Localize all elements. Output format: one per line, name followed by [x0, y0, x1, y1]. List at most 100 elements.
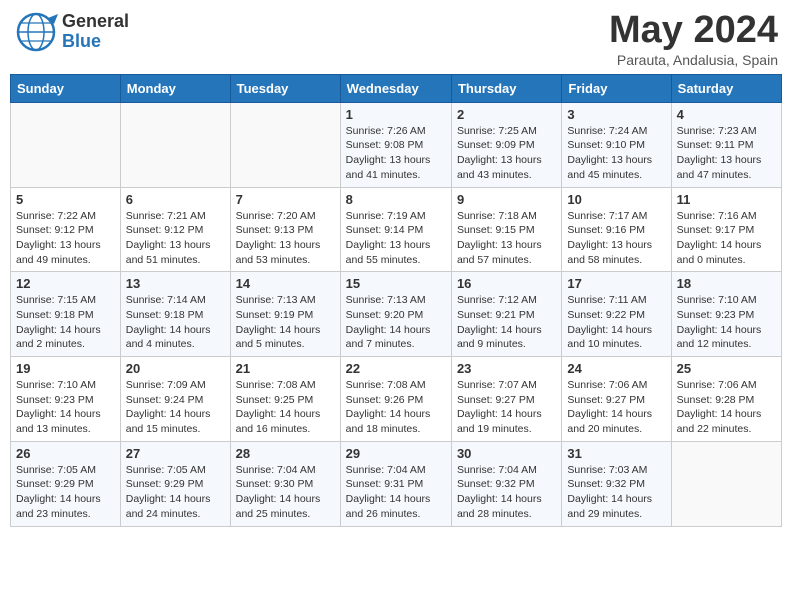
day-number: 16 [457, 276, 556, 291]
weekday-header-sunday: Sunday [11, 74, 121, 102]
day-number: 17 [567, 276, 665, 291]
day-info: Sunrise: 7:19 AM Sunset: 9:14 PM Dayligh… [346, 209, 446, 268]
day-number: 2 [457, 107, 556, 122]
logo: General Blue [14, 10, 129, 54]
month-title: May 2024 [609, 10, 778, 52]
day-info: Sunrise: 7:06 AM Sunset: 9:27 PM Dayligh… [567, 378, 665, 437]
calendar-cell: 28 Sunrise: 7:04 AM Sunset: 9:30 PM Dayli… [230, 441, 340, 526]
day-info: Sunrise: 7:04 AM Sunset: 9:31 PM Dayligh… [346, 463, 446, 522]
day-number: 28 [236, 446, 335, 461]
logo-icon [14, 10, 58, 54]
day-info: Sunrise: 7:17 AM Sunset: 9:16 PM Dayligh… [567, 209, 665, 268]
calendar-cell: 4 Sunrise: 7:23 AM Sunset: 9:11 PM Daylig… [671, 102, 781, 187]
calendar-table: SundayMondayTuesdayWednesdayThursdayFrid… [10, 74, 782, 527]
calendar-cell: 3Sunrise: 7:24 AM Sunset: 9:10 PM Daylig… [562, 102, 671, 187]
weekday-header-monday: Monday [120, 74, 230, 102]
day-number: 14 [236, 276, 335, 291]
calendar-cell: 10 Sunrise: 7:17 AM Sunset: 9:16 PM Dayli… [562, 187, 671, 272]
day-info: Sunrise: 7:25 AM Sunset: 9:09 PM Dayligh… [457, 124, 556, 183]
day-number: 8 [346, 192, 446, 207]
weekday-header-friday: Friday [562, 74, 671, 102]
day-info: Sunrise: 7:16 AM Sunset: 9:17 PM Dayligh… [677, 209, 776, 268]
calendar-cell: 18Sunrise: 7:10 AM Sunset: 9:23 PM Dayli… [671, 272, 781, 357]
day-info: Sunrise: 7:08 AM Sunset: 9:25 PM Dayligh… [236, 378, 335, 437]
calendar-cell: 26 Sunrise: 7:05 AM Sunset: 9:29 PM Dayli… [11, 441, 121, 526]
day-number: 5 [16, 192, 115, 207]
calendar-cell: 11 Sunrise: 7:16 AM Sunset: 9:17 PM Dayli… [671, 187, 781, 272]
calendar-cell [11, 102, 121, 187]
day-number: 24 [567, 361, 665, 376]
day-number: 20 [126, 361, 225, 376]
day-number: 26 [16, 446, 115, 461]
calendar-cell: 6 Sunrise: 7:21 AM Sunset: 9:12 PM Daylig… [120, 187, 230, 272]
day-info: Sunrise: 7:20 AM Sunset: 9:13 PM Dayligh… [236, 209, 335, 268]
logo-text: General Blue [62, 12, 129, 52]
day-number: 12 [16, 276, 115, 291]
day-number: 18 [677, 276, 776, 291]
day-info: Sunrise: 7:23 AM Sunset: 9:11 PM Dayligh… [677, 124, 776, 183]
day-info: Sunrise: 7:10 AM Sunset: 9:23 PM Dayligh… [16, 378, 115, 437]
day-number: 9 [457, 192, 556, 207]
calendar-cell: 30 Sunrise: 7:04 AM Sunset: 9:32 PM Dayli… [451, 441, 561, 526]
calendar-cell: 8 Sunrise: 7:19 AM Sunset: 9:14 PM Daylig… [340, 187, 451, 272]
calendar-cell: 16 Sunrise: 7:12 AM Sunset: 9:21 PM Dayli… [451, 272, 561, 357]
calendar-cell [230, 102, 340, 187]
calendar-cell: 25 Sunrise: 7:06 AM Sunset: 9:28 PM Dayli… [671, 357, 781, 442]
day-info: Sunrise: 7:12 AM Sunset: 9:21 PM Dayligh… [457, 293, 556, 352]
calendar-cell: 19 Sunrise: 7:10 AM Sunset: 9:23 PM Dayli… [11, 357, 121, 442]
day-info: Sunrise: 7:04 AM Sunset: 9:30 PM Dayligh… [236, 463, 335, 522]
calendar-cell: 20 Sunrise: 7:09 AM Sunset: 9:24 PM Dayli… [120, 357, 230, 442]
day-info: Sunrise: 7:14 AM Sunset: 9:18 PM Dayligh… [126, 293, 225, 352]
calendar-cell: 23 Sunrise: 7:07 AM Sunset: 9:27 PM Dayli… [451, 357, 561, 442]
weekday-header-tuesday: Tuesday [230, 74, 340, 102]
day-number: 1 [346, 107, 446, 122]
day-info: Sunrise: 7:07 AM Sunset: 9:27 PM Dayligh… [457, 378, 556, 437]
day-info: Sunrise: 7:21 AM Sunset: 9:12 PM Dayligh… [126, 209, 225, 268]
day-number: 6 [126, 192, 225, 207]
calendar-cell: 7 Sunrise: 7:20 AM Sunset: 9:13 PM Daylig… [230, 187, 340, 272]
calendar-cell: 14 Sunrise: 7:13 AM Sunset: 9:19 PM Dayli… [230, 272, 340, 357]
calendar-cell: 12 Sunrise: 7:15 AM Sunset: 9:18 PM Dayli… [11, 272, 121, 357]
calendar-cell: 21 Sunrise: 7:08 AM Sunset: 9:25 PM Dayli… [230, 357, 340, 442]
page-header: General Blue May 2024 Parauta, Andalusia… [10, 10, 782, 68]
calendar-cell: 2 Sunrise: 7:25 AM Sunset: 9:09 PM Daylig… [451, 102, 561, 187]
day-number: 3 [567, 107, 665, 122]
calendar-cell: 5 Sunrise: 7:22 AM Sunset: 9:12 PM Daylig… [11, 187, 121, 272]
day-info: Sunrise: 7:26 AM Sunset: 9:08 PM Dayligh… [346, 124, 446, 183]
day-number: 4 [677, 107, 776, 122]
day-number: 27 [126, 446, 225, 461]
calendar-cell: 31Sunrise: 7:03 AM Sunset: 9:32 PM Dayli… [562, 441, 671, 526]
day-number: 22 [346, 361, 446, 376]
day-number: 13 [126, 276, 225, 291]
calendar-cell: 29 Sunrise: 7:04 AM Sunset: 9:31 PM Dayli… [340, 441, 451, 526]
day-number: 21 [236, 361, 335, 376]
calendar-cell [671, 441, 781, 526]
weekday-header-wednesday: Wednesday [340, 74, 451, 102]
day-info: Sunrise: 7:13 AM Sunset: 9:20 PM Dayligh… [346, 293, 446, 352]
day-number: 29 [346, 446, 446, 461]
weekday-header-thursday: Thursday [451, 74, 561, 102]
day-info: Sunrise: 7:05 AM Sunset: 9:29 PM Dayligh… [126, 463, 225, 522]
calendar-cell: 1 Sunrise: 7:26 AM Sunset: 9:08 PM Daylig… [340, 102, 451, 187]
day-number: 30 [457, 446, 556, 461]
calendar-cell: 13 Sunrise: 7:14 AM Sunset: 9:18 PM Dayli… [120, 272, 230, 357]
day-info: Sunrise: 7:18 AM Sunset: 9:15 PM Dayligh… [457, 209, 556, 268]
day-number: 25 [677, 361, 776, 376]
day-number: 19 [16, 361, 115, 376]
day-number: 7 [236, 192, 335, 207]
calendar-cell [120, 102, 230, 187]
day-number: 10 [567, 192, 665, 207]
day-number: 11 [677, 192, 776, 207]
day-number: 31 [567, 446, 665, 461]
location-subtitle: Parauta, Andalusia, Spain [609, 52, 778, 68]
day-info: Sunrise: 7:09 AM Sunset: 9:24 PM Dayligh… [126, 378, 225, 437]
day-info: Sunrise: 7:05 AM Sunset: 9:29 PM Dayligh… [16, 463, 115, 522]
day-info: Sunrise: 7:22 AM Sunset: 9:12 PM Dayligh… [16, 209, 115, 268]
day-info: Sunrise: 7:15 AM Sunset: 9:18 PM Dayligh… [16, 293, 115, 352]
calendar-cell: 24 Sunrise: 7:06 AM Sunset: 9:27 PM Dayli… [562, 357, 671, 442]
weekday-header-saturday: Saturday [671, 74, 781, 102]
day-info: Sunrise: 7:04 AM Sunset: 9:32 PM Dayligh… [457, 463, 556, 522]
day-info: Sunrise: 7:13 AM Sunset: 9:19 PM Dayligh… [236, 293, 335, 352]
day-number: 23 [457, 361, 556, 376]
day-info: Sunrise: 7:06 AM Sunset: 9:28 PM Dayligh… [677, 378, 776, 437]
